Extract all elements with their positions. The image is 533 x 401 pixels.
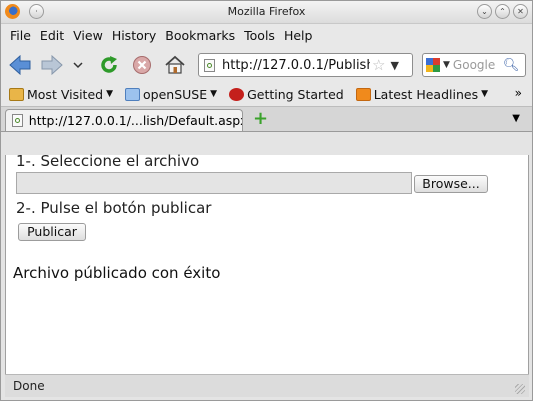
menu-tools[interactable]: Tools (241, 28, 281, 43)
browser-window: · Mozilla Firefox ⌄ ⌃ ✕ File Edit View H… (0, 0, 533, 401)
bookmark-latest-headlines[interactable]: Latest Headlines ▼ (355, 86, 488, 102)
browse-button[interactable]: Browse... (414, 175, 488, 193)
menu-file[interactable]: File (7, 28, 37, 43)
bookmarks-overflow-button[interactable]: » (515, 86, 522, 100)
reload-button[interactable] (98, 54, 120, 76)
forward-button[interactable] (41, 54, 63, 76)
stop-icon (133, 56, 151, 74)
maximize-button[interactable]: ⌃ (495, 4, 510, 19)
menu-view[interactable]: View (70, 28, 109, 43)
page-content: 1-. Seleccione el archivo Browse... 2-. … (5, 152, 529, 374)
window-title: Mozilla Firefox (227, 5, 306, 18)
result-message: Archivo públicado con éxito (13, 264, 221, 282)
menu-help[interactable]: Help (281, 28, 319, 43)
navigation-toolbar: http://127.0.0.1/Publish/ ☆ ▼ ▼ Google 🔍… (1, 46, 532, 82)
chevron-down-icon (73, 62, 83, 69)
bookmark-opensuse[interactable]: openSUSE ▼ (125, 87, 217, 102)
search-input[interactable]: Google (453, 58, 501, 72)
tab-default-aspx[interactable]: http://127.0.0.1/...lish/Default.aspx (5, 109, 243, 131)
chevron-down-icon: ▼ (512, 113, 520, 124)
status-bar: Done (5, 374, 529, 397)
menu-edit[interactable]: Edit (37, 28, 70, 43)
new-tab-button[interactable]: + (253, 109, 268, 129)
url-history-dropdown-icon[interactable]: ▼ (390, 59, 398, 72)
bookmark-label: Getting Started (247, 86, 344, 102)
bookmark-most-visited[interactable]: Most Visited ▼ (9, 87, 113, 102)
publish-button[interactable]: Publicar (18, 223, 86, 241)
chevron-down-icon: ▼ (106, 89, 114, 99)
history-dropdown-button[interactable] (71, 54, 85, 76)
file-path-input[interactable] (16, 172, 412, 194)
title-bar: · Mozilla Firefox ⌄ ⌃ ✕ (1, 1, 532, 24)
close-icon: ✕ (517, 7, 524, 16)
back-arrow-icon (9, 55, 31, 75)
step-1-label: 1-. Seleccione el archivo (16, 152, 200, 170)
bookmark-label: openSUSE (143, 86, 208, 102)
search-engine-dropdown-icon[interactable]: ▼ (443, 60, 450, 70)
minimize-icon: ⌄ (481, 7, 488, 16)
chevron-down-icon: ▼ (210, 89, 218, 99)
list-all-tabs-button[interactable]: ▼ (512, 113, 520, 124)
bookmark-star-icon[interactable]: ☆ (372, 56, 385, 74)
forward-arrow-icon (41, 55, 63, 75)
bookmark-label: Most Visited (27, 86, 104, 102)
back-button[interactable] (9, 54, 31, 76)
step-2-label: 2-. Pulse el botón publicar (16, 199, 212, 217)
bookmark-label: Latest Headlines (373, 86, 479, 102)
tab-title: http://127.0.0.1/...lish/Default.aspx (28, 113, 242, 128)
menu-bookmarks[interactable]: Bookmarks (162, 28, 241, 43)
google-engine-icon[interactable] (426, 58, 440, 72)
most-visited-icon (9, 87, 24, 101)
page-identity-icon[interactable] (204, 58, 215, 72)
close-button[interactable]: ✕ (513, 4, 528, 19)
menu-bar: File Edit View History Bookmarks Tools H… (1, 24, 532, 46)
getting-started-icon (229, 87, 245, 101)
url-bar[interactable]: http://127.0.0.1/Publish/ ☆ ▼ (198, 53, 413, 77)
stop-button[interactable] (131, 54, 153, 76)
plus-icon: + (253, 108, 269, 129)
tab-strip: http://127.0.0.1/...lish/Default.aspx + … (1, 106, 532, 132)
search-bar[interactable]: ▼ Google 🔍︎ (422, 53, 526, 77)
minimize-button[interactable]: ⌄ (477, 4, 492, 19)
resize-grip-icon[interactable] (515, 384, 525, 394)
home-icon (165, 55, 185, 74)
search-icon[interactable]: 🔍︎ (503, 58, 520, 73)
reload-icon (101, 56, 117, 73)
folder-icon (125, 87, 141, 101)
bookmarks-toolbar: Most Visited ▼ openSUSE ▼ Getting Starte… (1, 82, 532, 106)
chevron-down-icon: ▼ (481, 89, 488, 99)
url-input[interactable]: http://127.0.0.1/Publish/ (222, 58, 370, 73)
maximize-icon: ⌃ (499, 7, 506, 16)
bookmark-getting-started[interactable]: Getting Started (229, 87, 344, 102)
status-text: Done (13, 379, 45, 393)
page-favicon-icon (12, 114, 23, 127)
home-button[interactable] (164, 54, 186, 76)
rss-icon (355, 87, 371, 101)
menu-history[interactable]: History (109, 28, 162, 43)
